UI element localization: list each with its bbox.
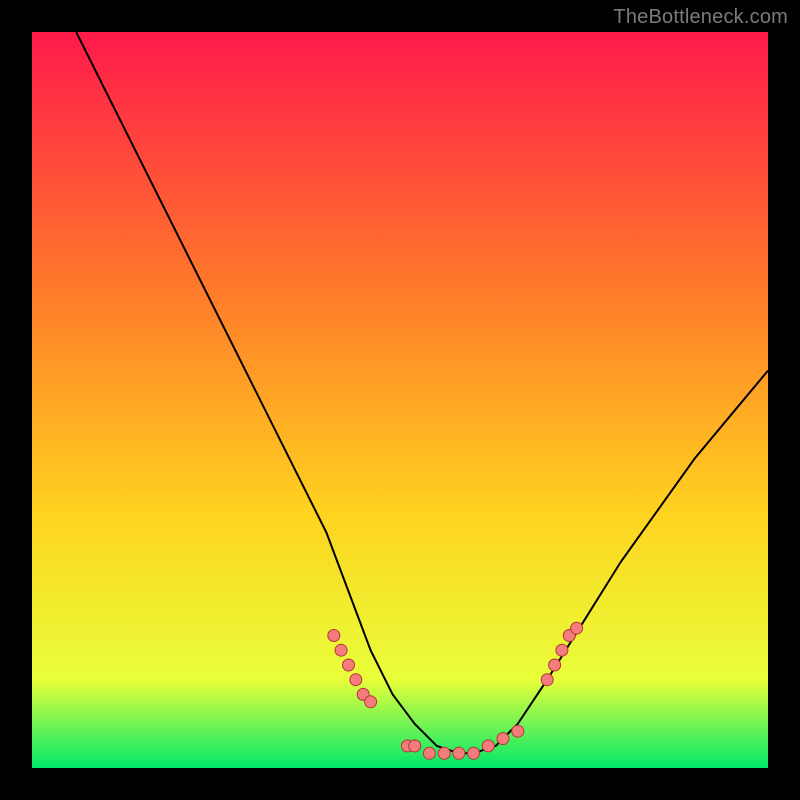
data-point (497, 733, 509, 745)
data-point (438, 747, 450, 759)
gradient-background (32, 32, 768, 768)
data-point (343, 659, 355, 671)
data-point (423, 747, 435, 759)
data-point (328, 630, 340, 642)
data-point (409, 740, 421, 752)
bottleneck-chart (32, 32, 768, 768)
data-point (541, 674, 553, 686)
watermark-text: TheBottleneck.com (613, 6, 788, 29)
data-point (482, 740, 494, 752)
chart-frame (32, 32, 768, 768)
data-point (556, 644, 568, 656)
data-point (571, 622, 583, 634)
data-point (335, 644, 347, 656)
data-point (453, 747, 465, 759)
data-point (365, 696, 377, 708)
data-point (512, 725, 524, 737)
data-point (350, 674, 362, 686)
data-point (468, 747, 480, 759)
data-point (549, 659, 561, 671)
